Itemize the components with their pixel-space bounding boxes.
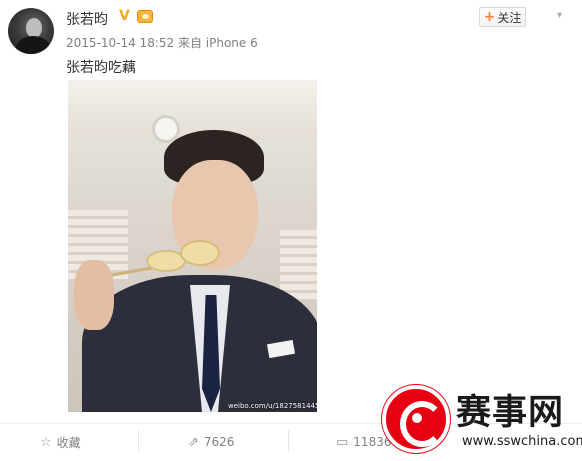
repost-count: 7626 [203, 435, 235, 449]
image-watermark: weibo.com/u/1827581445 [228, 402, 317, 410]
follow-label: 关注 [497, 10, 522, 25]
plus-icon: + [483, 9, 496, 25]
action-separator [138, 430, 139, 452]
action-separator [288, 430, 289, 452]
chevron-down-icon[interactable]: ▾ [557, 10, 567, 21]
follow-button[interactable]: + 关注 [479, 7, 526, 27]
post-photo[interactable]: weibo.com/u/1827581445 [68, 80, 317, 412]
vip-icon[interactable] [137, 10, 153, 23]
photo-blind-right [280, 230, 317, 300]
repost-icon: ⇗ [188, 434, 199, 450]
brand-logo [382, 385, 450, 453]
repost-button[interactable]: ⇗ 7626 [188, 432, 234, 452]
username-link[interactable]: 张若昀 [66, 9, 108, 29]
brand-title: 赛事网 [456, 393, 565, 433]
photo-hand [74, 260, 114, 330]
comment-icon: ▭ [336, 434, 349, 450]
post-text: 张若昀吃藕 [66, 60, 136, 76]
avatar-face [26, 18, 42, 38]
avatar-body [16, 36, 50, 54]
brand-site: www.sswchina.com [462, 434, 582, 449]
post-meta[interactable]: 2015-10-14 18:52 来自 iPhone 6 [66, 34, 258, 51]
avatar[interactable] [8, 8, 54, 54]
verified-icon: V [119, 8, 130, 24]
favorite-button[interactable]: ☆ 收藏 [40, 432, 81, 452]
star-icon: ☆ [40, 434, 52, 450]
photo-ceiling [68, 80, 317, 140]
favorite-label: 收藏 [56, 435, 81, 450]
photo-lotus-root-bite [180, 240, 220, 266]
site-watermark: 赛事网 www.sswchina.com [382, 382, 582, 457]
